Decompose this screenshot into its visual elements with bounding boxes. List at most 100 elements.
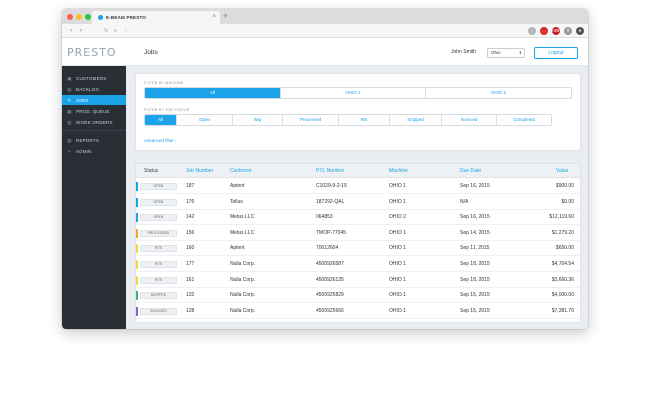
cell-job-number: 132 bbox=[186, 292, 195, 299]
cell-machine: OHIO 1 bbox=[389, 183, 406, 189]
cell-customer: Metus LLC bbox=[230, 229, 255, 236]
status-color-bar bbox=[136, 291, 138, 301]
cell-due-date: Sep 11, 2015 bbox=[460, 245, 490, 252]
cell-value: $0.00 bbox=[561, 198, 574, 205]
status-badge: SHIPPED bbox=[140, 292, 177, 300]
reader-icon[interactable]: ≡ bbox=[114, 27, 117, 35]
cell-machine: OHIO 1 bbox=[389, 307, 406, 314]
cell-job-number: 176 bbox=[186, 198, 195, 205]
status-filter-open[interactable]: Open bbox=[177, 115, 233, 125]
adblock-icon[interactable]: ABP bbox=[552, 27, 561, 35]
advanced-filter-link[interactable]: Advanced filter › bbox=[144, 138, 177, 143]
cell-due-date: Sep 14, 2015 bbox=[460, 229, 490, 236]
cell-po-number: 4500926135 bbox=[316, 276, 344, 283]
share-icon[interactable]: ⇧ bbox=[564, 27, 572, 35]
column-header-po-number[interactable]: P.O. Number bbox=[316, 164, 345, 178]
address-bar[interactable]: ↻ ≡ ◔ bbox=[104, 27, 494, 35]
table-row[interactable]: RTS 161 Nulla Corp. 4500926135 OHIO 1 Sep 18,… bbox=[136, 273, 580, 288]
table-row[interactable]: RTS 160 Aptent 70012604 OHIO 1 Sep 11, 2015 $6… bbox=[136, 241, 580, 257]
browser-tab[interactable]: E-BEAM PRESTO × bbox=[92, 11, 220, 24]
column-header-job-number[interactable]: Job Number bbox=[186, 164, 213, 178]
status-filter-shipped[interactable]: Shipped bbox=[390, 115, 442, 125]
browser-toolbar: ‹ › ↻ ≡ ◔ ↓ … ABP ⇧ ● bbox=[62, 24, 588, 38]
cell-customer: Aptent bbox=[230, 183, 245, 189]
cell-customer: Nulla Corp. bbox=[230, 261, 256, 267]
new-tab-button[interactable]: + bbox=[223, 11, 228, 21]
sidebar-item-label: BACKLOG bbox=[76, 86, 100, 92]
cell-po-number: TMOP-77045 bbox=[316, 229, 347, 236]
cell-job-number: 128 bbox=[186, 307, 195, 314]
cell-po-number: 70012604 bbox=[316, 245, 339, 252]
sidebar-item-backlog[interactable]: ▤ BACKLOG bbox=[62, 84, 126, 94]
zoom-window-button[interactable] bbox=[85, 14, 91, 20]
reload-icon[interactable]: ↻ bbox=[104, 27, 108, 35]
status-badge: INVOICED bbox=[140, 307, 177, 315]
presto-logo[interactable]: PRESTO bbox=[62, 39, 126, 66]
close-window-button[interactable] bbox=[67, 14, 73, 20]
filter-status-label: FILTER BY JOB STATUS bbox=[144, 108, 190, 112]
table-row[interactable]: OPEN 176 Tellus 187292-QAL OHIO 1 N/A $0.00 bbox=[136, 195, 580, 210]
status-color-bar bbox=[136, 182, 138, 191]
sidebar-item-work-orders[interactable]: ▥ WORK ORDERS bbox=[62, 117, 126, 127]
status-color-bar bbox=[136, 244, 138, 254]
cell-job-number: 177 bbox=[186, 261, 195, 267]
table-row[interactable]: PROCESSED 156 Metus LLC TMOP-77045 OHIO 1 Sep… bbox=[136, 226, 580, 241]
column-header-customer[interactable]: Customer bbox=[230, 164, 252, 178]
site-info-icon[interactable]: ◔ bbox=[124, 27, 127, 35]
cell-po-number: 4500926587 bbox=[316, 261, 344, 267]
cell-customer: Nulla Corp. bbox=[230, 292, 256, 299]
table-row[interactable]: OPEN 187 Aptent C1029-9-2-15 OHIO 1 Sep 16, 2… bbox=[136, 179, 580, 194]
backlog-icon: ▤ bbox=[67, 86, 72, 92]
status-filter-processed[interactable]: Processed bbox=[283, 115, 339, 125]
sidebar-item-prod-queue[interactable]: ▦ PROD. QUEUE bbox=[62, 106, 126, 116]
column-header-value[interactable]: Value bbox=[556, 164, 568, 178]
cell-customer: Tellus bbox=[230, 198, 243, 205]
user-name[interactable]: John Smith bbox=[451, 39, 476, 66]
minimize-window-button[interactable] bbox=[76, 14, 82, 20]
machine-filter-ohio-2[interactable]: OHIO 2 bbox=[426, 88, 571, 98]
cell-value: $650.00 bbox=[555, 245, 574, 252]
machine-filter-ohio-1[interactable]: OHIO 1 bbox=[281, 88, 426, 98]
lastpass-icon[interactable]: … bbox=[540, 27, 548, 35]
column-header-status[interactable]: Status bbox=[144, 164, 158, 178]
state-select-value: Ohio bbox=[491, 50, 501, 55]
sidebar-item-customers[interactable]: ▣ CUSTOMERS bbox=[62, 73, 126, 83]
cell-machine: OHIO 1 bbox=[389, 229, 406, 236]
cell-machine: OHIO 2 bbox=[389, 214, 406, 221]
column-header-due-date[interactable]: Due Date bbox=[460, 164, 481, 178]
favicon-icon bbox=[98, 15, 103, 20]
cell-customer: Metus LLC bbox=[230, 214, 255, 221]
sidebar-item-jobs[interactable]: ✎ JOBS bbox=[62, 95, 126, 105]
table-row[interactable]: RTS 177 Nulla Corp. 4500926587 OHIO 1 Sep 18,… bbox=[136, 257, 580, 272]
sidebar-item-reports[interactable]: ▧ REPORTS bbox=[62, 135, 126, 145]
jobs-icon: ✎ bbox=[67, 97, 72, 103]
status-color-bar bbox=[136, 306, 138, 316]
cell-due-date: Sep 16, 2015 bbox=[460, 214, 490, 221]
status-filter-completed[interactable]: Completed bbox=[497, 115, 551, 125]
table-row[interactable]: INVOICED 128 Nulla Corp. 4500925666 OHIO 1 Se… bbox=[136, 304, 580, 319]
status-filter-rts[interactable]: Rts bbox=[339, 115, 390, 125]
page-title: Jobs bbox=[144, 49, 158, 56]
status-badge: PROCESSED bbox=[140, 229, 177, 237]
extension-icon[interactable]: ↓ bbox=[528, 27, 536, 35]
browser-tab-bar: E-BEAM PRESTO × + bbox=[62, 9, 588, 24]
back-icon[interactable]: ‹ bbox=[66, 27, 76, 35]
browser-window: E-BEAM PRESTO × + ‹ › ↻ ≡ ◔ ↓ … ABP ⇧ ● PRES… bbox=[62, 9, 588, 329]
sidebar-item-label: PROD. QUEUE bbox=[76, 108, 110, 114]
status-badge: RTS bbox=[140, 261, 177, 268]
state-select[interactable]: Ohio ⬍ bbox=[487, 48, 525, 58]
logout-button[interactable]: Logout bbox=[534, 47, 578, 59]
forward-icon[interactable]: › bbox=[76, 27, 86, 35]
sidebar-item-admin[interactable]: ✂ ADMIN bbox=[62, 146, 126, 156]
tab-close-icon[interactable]: × bbox=[212, 14, 216, 20]
status-filter-invoiced[interactable]: Invoiced bbox=[442, 115, 497, 125]
cell-value: $12,119.60 bbox=[549, 214, 574, 221]
status-filter-all[interactable]: All bbox=[145, 115, 177, 125]
sidebar-item-label: CUSTOMERS bbox=[76, 75, 107, 81]
machine-filter-all[interactable]: All bbox=[145, 88, 281, 98]
column-header-machine[interactable]: Machine bbox=[389, 164, 408, 178]
table-row[interactable]: OPEN 142 Metus LLC 064853 OHIO 2 Sep 16, 2015… bbox=[136, 210, 580, 226]
status-filter-wip[interactable]: Wip bbox=[233, 115, 283, 125]
profile-icon[interactable]: ● bbox=[576, 27, 584, 35]
table-row[interactable]: SHIPPED 132 Nulla Corp. 4500925829 OHIO 1 Sep… bbox=[136, 288, 580, 304]
